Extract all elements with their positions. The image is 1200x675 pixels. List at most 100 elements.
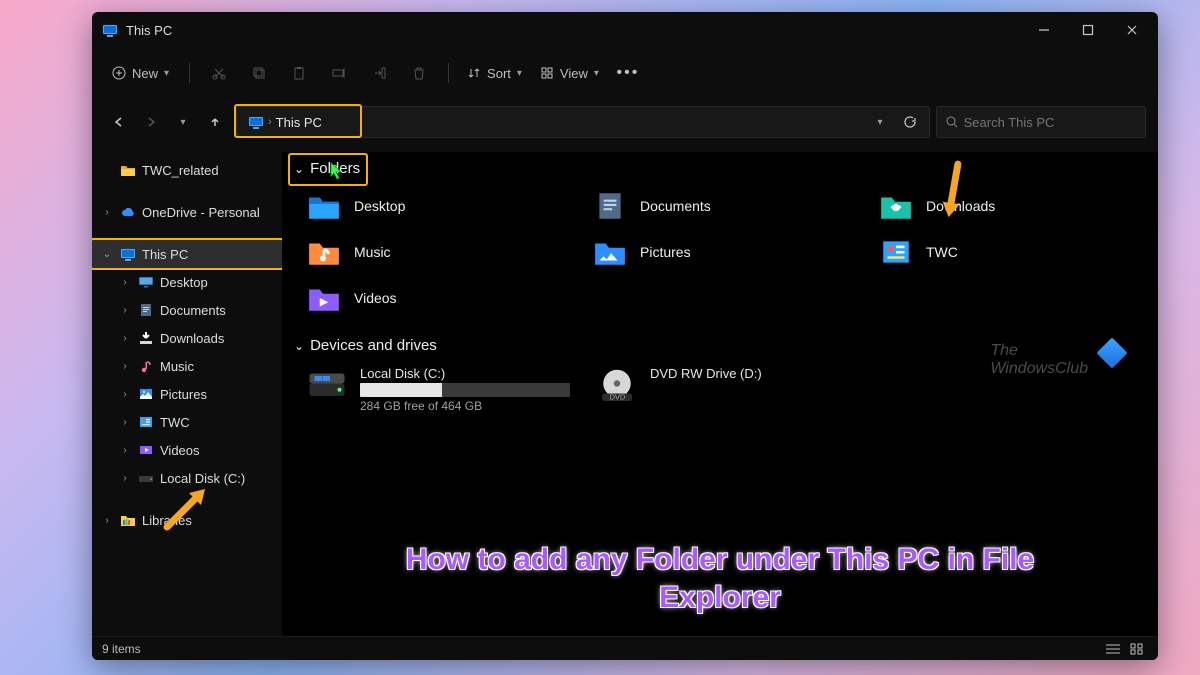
cloud-icon <box>120 204 136 220</box>
local-disk-icon <box>306 366 348 406</box>
address-dropdown-button[interactable]: ▾ <box>867 109 893 135</box>
chevron-down-icon: ▾ <box>164 68 169 79</box>
navigation-pane: TWC_related › OneDrive - Personal ⌄ This… <box>92 152 282 636</box>
sidebar-item-libraries[interactable]: › Libraries <box>92 506 282 534</box>
sidebar-item-label: TWC <box>160 415 190 430</box>
details-view-button[interactable] <box>1102 640 1124 658</box>
chevron-right-icon[interactable]: › <box>118 333 132 344</box>
back-button[interactable] <box>104 108 134 136</box>
chevron-right-icon[interactable]: › <box>118 361 132 372</box>
drive-item-local[interactable]: Local Disk (C:) 284 GB free of 464 GB <box>302 362 574 417</box>
minimize-button[interactable] <box>1022 12 1066 48</box>
rename-button[interactable] <box>320 55 358 91</box>
folder-item-pictures[interactable]: Pictures <box>588 231 864 273</box>
sidebar-item-onedrive[interactable]: › OneDrive - Personal <box>92 198 282 226</box>
view-button[interactable]: View ▾ <box>532 60 607 87</box>
cut-button[interactable] <box>200 55 238 91</box>
sidebar-item-twc[interactable]: › TWC <box>92 408 282 436</box>
chevron-right-icon[interactable]: › <box>100 515 114 526</box>
download-icon <box>138 330 154 346</box>
sidebar-item-label: Music <box>160 359 194 374</box>
status-items-count: 9 items <box>102 642 141 656</box>
this-pc-icon <box>248 115 264 129</box>
view-icon <box>540 66 554 80</box>
chevron-right-icon[interactable]: › <box>118 473 132 484</box>
chevron-down-icon: ▾ <box>180 117 185 128</box>
chevron-right-icon[interactable]: › <box>118 417 132 428</box>
chevron-right-icon: › <box>268 116 272 128</box>
share-button[interactable] <box>360 55 398 91</box>
address-bar[interactable]: › This PC ▾ <box>236 106 930 138</box>
this-pc-icon <box>120 246 136 262</box>
close-button[interactable] <box>1110 12 1154 48</box>
folder-item-label: Documents <box>640 198 711 214</box>
folders-section-header[interactable]: ⌄ Folders <box>292 156 362 185</box>
titlebar: This PC <box>92 12 1158 48</box>
sidebar-item-this-pc[interactable]: ⌄ This PC <box>92 240 282 268</box>
up-button[interactable] <box>200 108 230 136</box>
sidebar-item-twc-related[interactable]: TWC_related <box>92 156 282 184</box>
drive-usage-bar <box>360 383 570 397</box>
videos-folder-icon <box>304 281 344 315</box>
maximize-button[interactable] <box>1066 12 1110 48</box>
sidebar-item-desktop[interactable]: › Desktop <box>92 268 282 296</box>
sidebar-item-label: TWC_related <box>142 163 219 178</box>
folder-item-music[interactable]: Music <box>302 231 578 273</box>
annotation-caption: How to add any Folder under This PC in F… <box>348 541 1093 616</box>
address-row: ▾ › This PC ▾ <box>92 102 1158 142</box>
folder-item-label: Desktop <box>354 198 405 214</box>
sidebar-item-pictures[interactable]: › Pictures <box>92 380 282 408</box>
chevron-down-icon[interactable]: ⌄ <box>100 249 114 260</box>
recent-button[interactable]: ▾ <box>168 108 198 136</box>
sidebar-item-downloads[interactable]: › Downloads <box>92 324 282 352</box>
music-folder-icon <box>304 235 344 269</box>
folder-item-videos[interactable]: Videos <box>302 277 578 319</box>
sidebar-item-label: This PC <box>142 247 188 262</box>
drive-local-free: 284 GB free of 464 GB <box>360 399 570 413</box>
drive-item-dvd[interactable]: DVD RW Drive (D:) <box>592 362 766 417</box>
delete-button[interactable] <box>400 55 438 91</box>
chevron-right-icon[interactable]: › <box>118 305 132 316</box>
chevron-down-icon: ▾ <box>877 117 882 128</box>
folders-section-label: Folders <box>310 160 360 177</box>
chevron-right-icon[interactable]: › <box>118 445 132 456</box>
sidebar-item-label: Videos <box>160 443 200 458</box>
folder-item-twc[interactable]: TWC <box>874 231 1150 273</box>
refresh-button[interactable] <box>897 109 923 135</box>
downloads-folder-icon <box>876 189 916 223</box>
folder-item-desktop[interactable]: Desktop <box>302 185 578 227</box>
search-input[interactable] <box>964 115 1137 130</box>
music-icon <box>138 358 154 374</box>
toolbar: New ▾ Sort ▾ View ▾ ••• <box>92 48 1158 98</box>
pictures-folder-icon <box>590 235 630 269</box>
devices-section-label: Devices and drives <box>310 337 437 354</box>
twc-folder-icon <box>876 235 916 269</box>
search-icon <box>945 115 958 129</box>
sidebar-item-label: Documents <box>160 303 226 318</box>
forward-button[interactable] <box>136 108 166 136</box>
sidebar-item-music[interactable]: › Music <box>92 352 282 380</box>
sidebar-item-local-disk[interactable]: › Local Disk (C:) <box>92 464 282 492</box>
document-icon <box>138 302 154 318</box>
chevron-right-icon[interactable]: › <box>118 277 132 288</box>
copy-button[interactable] <box>240 55 278 91</box>
breadcrumb-root[interactable]: › This PC <box>243 112 327 133</box>
more-button[interactable]: ••• <box>609 55 647 91</box>
chevron-right-icon[interactable]: › <box>118 389 132 400</box>
sort-label: Sort <box>487 66 511 81</box>
new-button[interactable]: New ▾ <box>102 60 179 87</box>
search-box[interactable] <box>936 106 1146 138</box>
sort-button[interactable]: Sort ▾ <box>459 60 530 87</box>
folder-item-downloads[interactable]: Downloads <box>874 185 1150 227</box>
drive-local-name: Local Disk (C:) <box>360 366 570 381</box>
chevron-right-icon[interactable]: › <box>100 207 114 218</box>
folder-item-documents[interactable]: Documents <box>588 185 864 227</box>
paste-button[interactable] <box>280 55 318 91</box>
icons-view-button[interactable] <box>1126 640 1148 658</box>
picture-icon <box>138 386 154 402</box>
desktop-icon <box>138 274 154 290</box>
sidebar-item-documents[interactable]: › Documents <box>92 296 282 324</box>
breadcrumb-label: This PC <box>276 115 322 130</box>
plus-circle-icon <box>112 66 126 80</box>
sidebar-item-videos[interactable]: › Videos <box>92 436 282 464</box>
